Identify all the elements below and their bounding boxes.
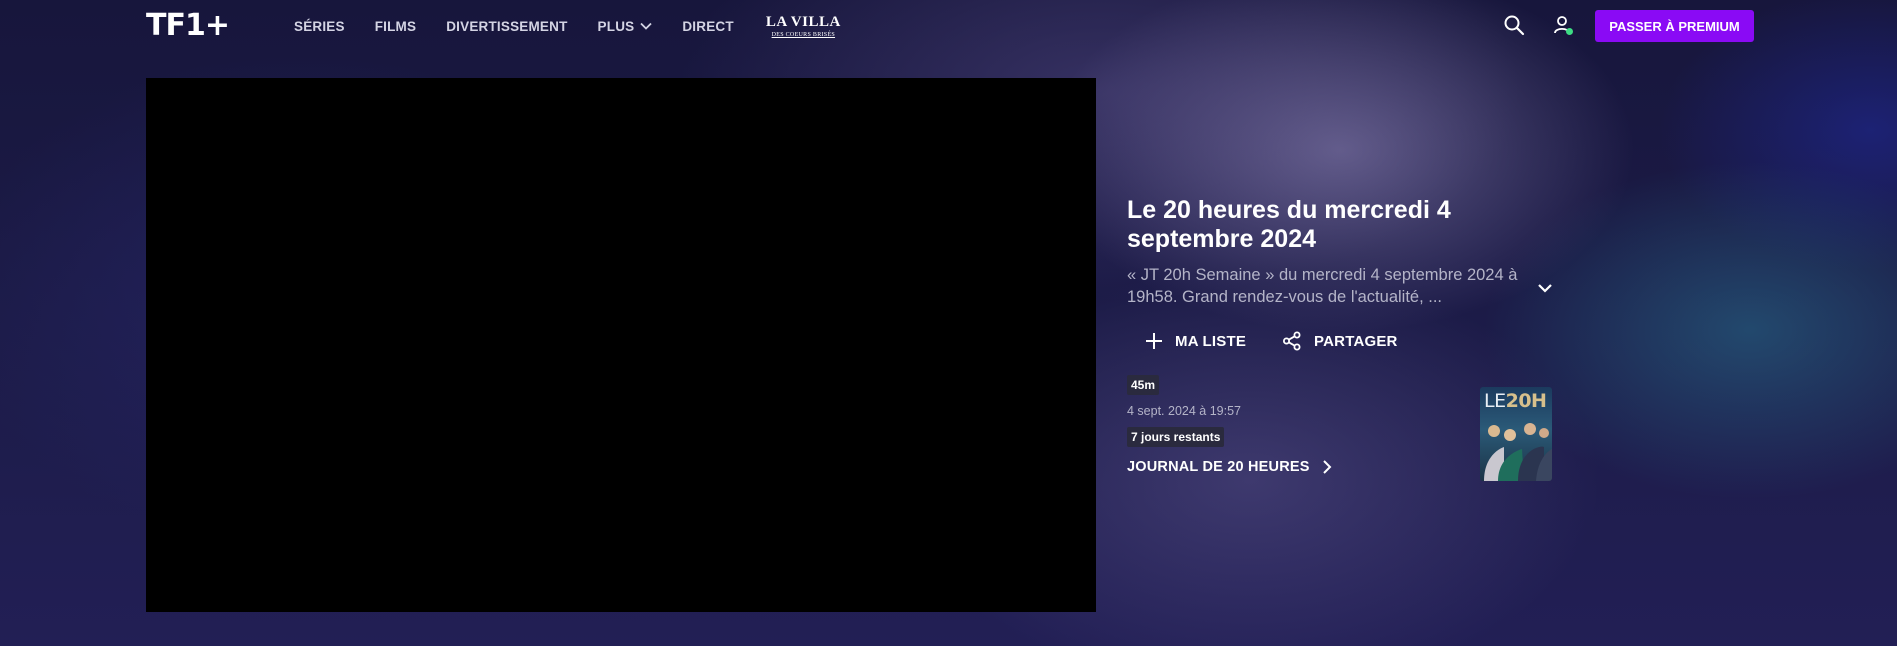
user-icon[interactable] [1552, 14, 1574, 36]
action-bar: MA LISTE PARTAGER [1145, 331, 1557, 351]
remaining-badge: 7 jours restants [1127, 427, 1225, 447]
villa-title: LA VILLA [765, 13, 841, 30]
share-icon [1283, 331, 1301, 351]
plus-icon [1146, 333, 1162, 349]
nav-divertissement[interactable]: DIVERTISSEMENT [446, 19, 567, 34]
nav-direct-label: DIRECT [682, 18, 734, 34]
show-thumbnail[interactable]: LE20H [1480, 387, 1552, 481]
chevron-down-icon [640, 22, 652, 30]
presenters-image [1484, 423, 1552, 481]
search-icon[interactable] [1503, 14, 1525, 36]
online-status-dot [1566, 28, 1573, 35]
add-to-list-button[interactable]: MA LISTE [1145, 332, 1246, 350]
share-button[interactable]: PARTAGER [1282, 331, 1398, 351]
logo-text: TF1+ [146, 8, 230, 43]
top-navigation: TF1+ SÉRIES FILMS DIVERTISSEMENT PLUS DI… [0, 0, 1897, 52]
duration-badge: 45m [1127, 375, 1160, 395]
video-player[interactable] [146, 78, 1096, 612]
nav-series[interactable]: SÉRIES [294, 19, 345, 34]
program-description: « JT 20h Semaine » du mercredi 4 septemb… [1127, 266, 1518, 306]
nav-plus-label: PLUS [597, 18, 635, 34]
description-block: « JT 20h Semaine » du mercredi 4 septemb… [1127, 264, 1557, 308]
nav-direct[interactable]: DIRECT [682, 19, 733, 34]
nav-divertissement-label: DIVERTISSEMENT [446, 18, 568, 34]
add-to-list-label: MA LISTE [1175, 332, 1247, 350]
show-link-label: JOURNAL DE 20 HEURES [1127, 459, 1310, 475]
nav-films[interactable]: FILMS [375, 19, 417, 34]
program-title: Le 20 heures du mercredi 4 septembre 202… [1127, 196, 1451, 253]
la-villa-logo[interactable]: LA VILLA DES COEURS BRISÉS [765, 13, 841, 38]
share-label: PARTAGER [1314, 332, 1398, 350]
main-nav: SÉRIES FILMS DIVERTISSEMENT PLUS DIRECT … [294, 0, 841, 52]
chevron-right-icon [1322, 460, 1332, 474]
nav-series-label: SÉRIES [294, 18, 345, 34]
nav-films-label: FILMS [374, 18, 417, 34]
villa-subtitle: DES COEURS BRISÉS [771, 31, 836, 38]
nav-plus[interactable]: PLUS [598, 19, 653, 34]
chevron-down-icon[interactable] [1535, 280, 1555, 296]
premium-button[interactable]: PASSER À PREMIUM [1595, 10, 1754, 42]
tf1-logo[interactable]: TF1+ [146, 8, 230, 43]
